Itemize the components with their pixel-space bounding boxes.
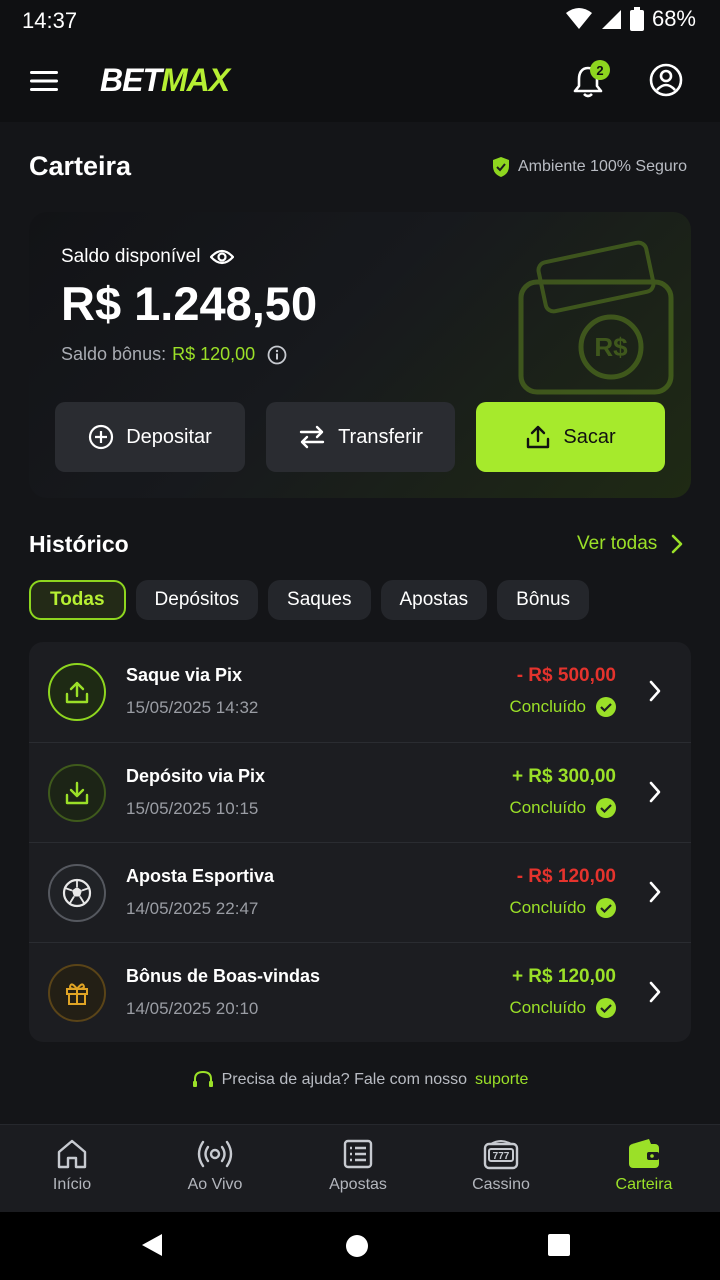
brand-logo[interactable]: BETMAX [100, 62, 230, 99]
shield-icon [493, 157, 509, 177]
transaction-date: 15/05/2025 14:32 [126, 698, 259, 717]
slot-icon: 777 [483, 1140, 519, 1170]
transaction-row[interactable]: Saque via Pix 15/05/2025 14:32 - R$ 500,… [29, 642, 691, 742]
withdraw-button[interactable]: Sacar [476, 402, 665, 472]
nav-home[interactable]: Início [12, 1138, 132, 1194]
balance-label: Saldo disponível [61, 246, 235, 268]
user-profile-icon[interactable] [649, 63, 683, 97]
bonus-value: R$ 120,00 [172, 344, 256, 364]
transaction-title: Saque via Pix [126, 665, 243, 685]
chevron-right-icon [649, 881, 661, 903]
deposit-button[interactable]: Depositar [55, 402, 245, 472]
svg-text:R$: R$ [594, 332, 628, 362]
eye-icon[interactable] [210, 248, 235, 266]
chevron-right-icon [649, 680, 661, 702]
soccer-ball-icon [48, 864, 106, 922]
check-circle-icon [596, 898, 616, 918]
page-title: Carteira [29, 151, 132, 181]
nav-wallet[interactable]: Carteira [584, 1138, 704, 1194]
wallet-icon [629, 1139, 659, 1168]
transaction-title: Aposta Esportiva [126, 866, 275, 886]
transaction-status: Concluído [509, 898, 616, 918]
transaction-title: Depósito via Pix [126, 766, 266, 786]
transaction-status: Concluído [509, 998, 616, 1018]
transaction-date: 15/05/2025 10:15 [126, 799, 259, 818]
menu-icon[interactable] [30, 70, 58, 92]
transfer-arrows-icon [299, 425, 325, 449]
home-circle-icon[interactable] [345, 1234, 369, 1258]
transaction-amount: - R$ 500,00 [516, 665, 616, 686]
filter-bonus[interactable]: Bônus [497, 580, 590, 620]
transaction-status: Concluído [509, 697, 616, 717]
check-circle-icon [596, 697, 616, 717]
balance-value: R$ 1.248,50 [61, 277, 318, 330]
transaction-title: Bônus de Boas-vindas [126, 966, 321, 986]
secure-label: Ambiente 100% Seguro [518, 158, 687, 175]
status-icons: 68% [565, 6, 696, 32]
upload-icon [527, 425, 550, 449]
gift-icon [48, 964, 106, 1022]
download-icon [48, 764, 106, 822]
help-text: Precisa de ajuda? Fale com nosso [221, 1071, 468, 1088]
check-circle-icon [596, 998, 616, 1018]
bonus-balance: Saldo bônus: R$ 120,00 [61, 344, 287, 365]
transfer-button[interactable]: Transferir [266, 402, 455, 472]
transaction-row[interactable]: Bônus de Boas-vindas 14/05/2025 20:10 + … [29, 942, 691, 1042]
wifi-icon [565, 8, 592, 29]
info-icon[interactable] [267, 345, 287, 365]
filter-withdrawals[interactable]: Saques [268, 580, 371, 620]
chevron-right-icon [649, 781, 661, 803]
nav-casino[interactable]: 777 Cassino [441, 1138, 561, 1194]
signal-icon [601, 10, 621, 29]
nav-bets[interactable]: Apostas [298, 1138, 418, 1194]
history-filters: Todas Depósitos Saques Apostas Bônus [29, 580, 590, 620]
history-title: Histórico [29, 531, 129, 557]
plus-circle-icon [89, 424, 114, 450]
filter-deposits[interactable]: Depósitos [135, 580, 259, 620]
live-icon [197, 1140, 233, 1168]
notification-badge: 2 [590, 60, 610, 80]
chevron-right-icon [671, 534, 683, 554]
transaction-date: 14/05/2025 22:47 [126, 899, 259, 918]
headset-icon [192, 1070, 213, 1087]
transaction-row[interactable]: Depósito via Pix 15/05/2025 10:15 + R$ 3… [29, 742, 691, 842]
transaction-list: Saque via Pix 15/05/2025 14:32 - R$ 500,… [29, 642, 691, 1042]
transaction-amount: + R$ 300,00 [511, 766, 616, 787]
transaction-date: 14/05/2025 20:10 [126, 999, 259, 1018]
secure-badge: Ambiente 100% Seguro [492, 156, 687, 178]
see-all-link[interactable]: Ver todas [577, 533, 683, 555]
back-icon[interactable] [140, 1233, 164, 1257]
recents-icon[interactable] [548, 1234, 570, 1256]
check-circle-icon [596, 798, 616, 818]
upload-icon [48, 663, 106, 721]
wallet-decoration-icon: R$ [518, 240, 674, 395]
filter-bets[interactable]: Apostas [380, 580, 488, 620]
help-line: Precisa de ajuda? Fale com nosso suporte [0, 1070, 720, 1090]
status-time: 14:37 [22, 8, 78, 33]
support-link[interactable]: suporte [475, 1071, 528, 1089]
chevron-right-icon [649, 981, 661, 1003]
battery-percent: 68% [651, 6, 696, 31]
transaction-amount: + R$ 120,00 [511, 966, 616, 987]
transaction-status: Concluído [509, 798, 616, 818]
nav-live[interactable]: Ao Vivo [155, 1138, 275, 1194]
home-icon [57, 1139, 87, 1169]
transaction-amount: - R$ 120,00 [516, 866, 616, 887]
transaction-row[interactable]: Aposta Esportiva 14/05/2025 22:47 - R$ 1… [29, 842, 691, 942]
bets-icon [343, 1139, 373, 1169]
battery-icon [629, 7, 644, 31]
filter-all[interactable]: Todas [29, 580, 126, 620]
svg-text:777: 777 [493, 1151, 510, 1162]
